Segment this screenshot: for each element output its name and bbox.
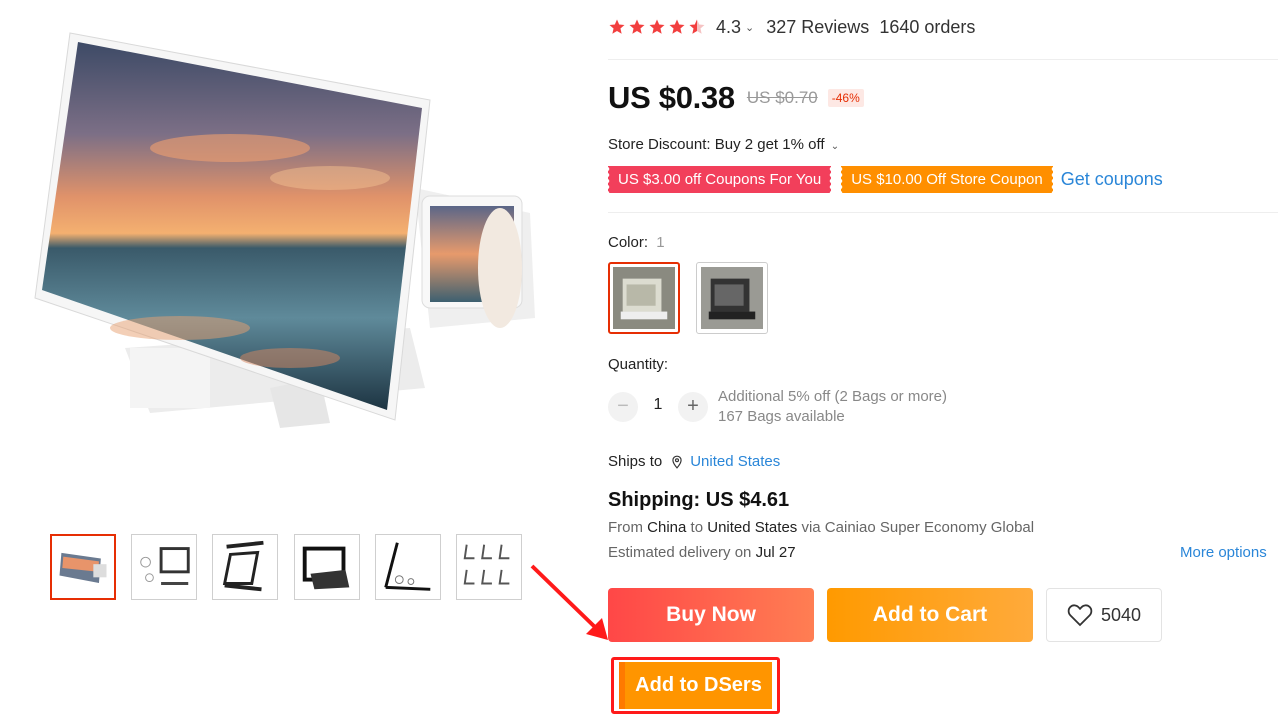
route-from: From [608,519,643,536]
location-pin-icon [672,455,682,469]
annotation-arrow [530,564,608,640]
reviews-link[interactable]: 327 Reviews [766,17,869,38]
route-via: via Cainiao Super Economy Global [801,519,1035,536]
current-price: US $0.38 [608,80,735,115]
route-origin: China [647,519,687,536]
add-to-cart-button[interactable]: Add to Cart [827,588,1033,642]
discount-badge: -46% [827,89,864,107]
store-coupon[interactable]: US $10.00 Off Store Coupon [840,166,1053,193]
star-icon [609,19,625,34]
ship-country-link[interactable]: United States [690,453,780,470]
heart-icon [1067,604,1093,627]
more-shipping-options-link[interactable]: More options [1180,544,1267,561]
star-icon [629,19,645,34]
color-swatch-1[interactable] [608,262,680,334]
product-main-image[interactable] [30,28,550,478]
store-discount[interactable]: Store Discount: Buy 2 get 1% off ⌄ [608,136,839,153]
buy-now-button[interactable]: Buy Now [608,588,814,642]
divider [608,59,1278,60]
bulk-offer-text: Additional 5% off (2 Bags or more) [718,388,948,405]
color-swatch-2[interactable] [696,262,768,334]
delivery-estimate: Estimated delivery on Jul 27 [608,544,796,561]
price-row: US $0.38 US $0.70 -46% [608,80,864,116]
color-label: Color: 1 [608,234,665,251]
delivery-date: Jul 27 [755,544,796,561]
rating-row: 4.3 ⌄ 327 Reviews 1640 orders [608,14,975,40]
quantity-increase-button[interactable]: + [678,392,708,422]
ships-to-row: Ships to United States [608,453,780,470]
original-price: US $0.70 [746,88,818,107]
route-to: to [690,519,704,536]
star-half-icon [689,19,705,34]
color-selected-value: 1 [656,234,665,251]
store-discount-label: Store Discount: [608,136,711,153]
get-coupons-link[interactable]: Get coupons [1061,169,1163,190]
delivery-label: Estimated delivery on [608,544,752,561]
quantity-decrease-button[interactable]: − [608,392,638,422]
ships-to-label: Ships to [608,453,663,470]
wishlist-count: 5040 [1100,604,1142,625]
thumbnail-4[interactable] [294,534,360,600]
shipping-route: From China to United States via Cainiao … [608,519,1034,536]
wishlist-button[interactable]: 5040 [1046,588,1162,642]
chevron-down-icon: ⌄ [830,141,840,152]
route-destination: United States [707,519,798,536]
stock-available-text: 167 Bags available [718,408,845,425]
coupon-for-you[interactable]: US $3.00 off Coupons For You [606,166,832,193]
orders-count: 1640 orders [879,16,976,37]
star-icon [649,19,665,34]
quantity-info: Additional 5% off (2 Bags or more) 167 B… [718,387,947,427]
chevron-down-icon[interactable]: ⌄ [745,21,754,34]
rating-stars [608,18,706,36]
add-to-dsers-button[interactable]: Add to DSers [619,662,772,709]
thumbnail-2[interactable] [131,534,197,600]
rating-value[interactable]: 4.3 [716,17,741,38]
thumbnail-6[interactable] [456,534,522,600]
quantity-input[interactable]: 1 [646,396,670,414]
color-label-text: Color: [608,234,649,251]
divider [608,212,1278,213]
star-icon [669,19,685,34]
thumbnail-3[interactable] [212,534,278,600]
thumbnail-1[interactable] [50,534,116,600]
thumbnail-5[interactable] [375,534,441,600]
shipping-price: Shipping: US $4.61 [608,489,790,511]
quantity-label: Quantity: [608,356,669,373]
store-discount-value: Buy 2 get 1% off [714,136,825,153]
coupon-row: US $3.00 off Coupons For You US $10.00 O… [606,166,1163,193]
